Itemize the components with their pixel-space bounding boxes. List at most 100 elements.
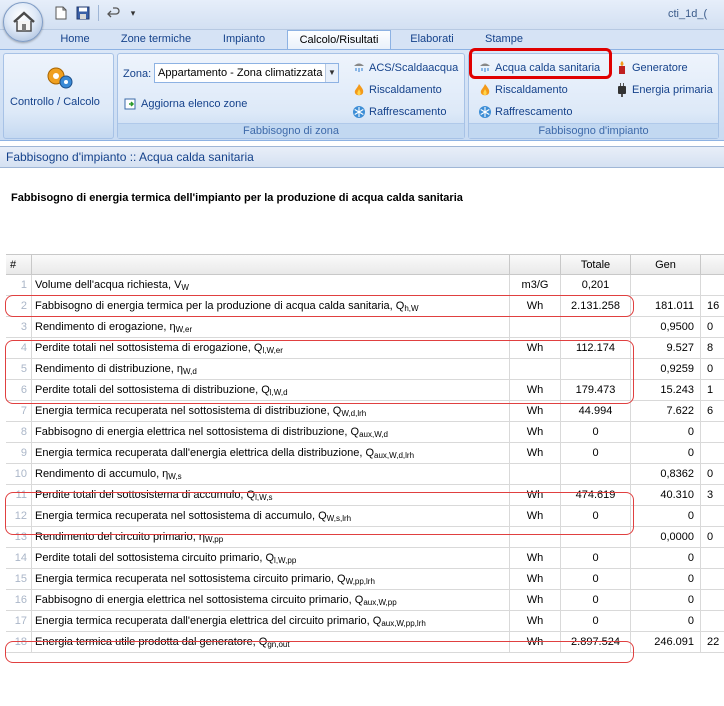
row-description-text: Rendimento del circuito primario, η: [35, 531, 205, 543]
row-description-subscript: W,s,lrh: [326, 514, 352, 523]
table-row[interactable]: 12 Energia termica recuperata nel sottosi…: [6, 506, 724, 527]
table-row[interactable]: 10 Rendimento di accumulo, ηW,s 0,8362 0: [6, 464, 724, 485]
house-icon: [13, 11, 35, 32]
tab-calcolo-risultati[interactable]: Calcolo/Risultati: [287, 30, 391, 49]
table-row[interactable]: 15 Energia termica recuperata nel sottosi…: [6, 569, 724, 590]
table-row[interactable]: 18 Energia termica utile prodotta dal gen…: [6, 632, 724, 653]
row-number: 15: [6, 569, 32, 590]
row-unit: Wh: [510, 380, 561, 401]
row-description-text: Perdite totali del sottosistema di distr…: [35, 384, 270, 396]
section-title: Fabbisogno di energia termica dell'impia…: [11, 192, 463, 204]
table-row[interactable]: 5 Rendimento di distribuzione, ηW,d 0,9259…: [6, 359, 724, 380]
table-row[interactable]: 16 Fabbisogno di energia elettrica nel so…: [6, 590, 724, 611]
row-number: 12: [6, 506, 32, 527]
row-description-text: Perdite totali nel sottosistema di eroga…: [35, 342, 263, 354]
generatore-button[interactable]: Generatore: [615, 61, 688, 75]
table-row[interactable]: 4 Perdite totali nel sottosistema di erog…: [6, 338, 724, 359]
tab-zone-termiche[interactable]: Zone termiche: [110, 30, 202, 49]
table-row[interactable]: 8 Fabbisogno di energia elettrica nel sot…: [6, 422, 724, 443]
row-description-text: Rendimento di distribuzione, η: [35, 363, 183, 375]
group-fabbisogno-zona: Zona: Appartamento - Zona climatizzata ▼…: [117, 53, 465, 139]
row-unit: Wh: [510, 506, 561, 527]
row-description-text: Fabbisogno di energia elettrica nel sott…: [35, 594, 364, 606]
row-totale: 0: [561, 506, 631, 527]
customize-toolbar-icon[interactable]: ▾: [127, 4, 139, 22]
zona-select[interactable]: Appartamento - Zona climatizzata ▼: [154, 63, 339, 83]
header-gen[interactable]: Gen: [631, 254, 701, 275]
row-number: 3: [6, 317, 32, 338]
row-description-subscript: l,W,er: [262, 346, 283, 355]
row-extra: [701, 443, 724, 464]
highlight-acqua-calda-sanitaria: [469, 48, 612, 79]
tab-elaborati[interactable]: Elaborati: [400, 30, 464, 49]
row-totale: 474.619: [561, 485, 631, 506]
table-row[interactable]: 11 Perdite totali del sottosistema di acc…: [6, 485, 724, 506]
energia-primaria-button[interactable]: Energia primaria: [615, 83, 713, 97]
row-number: 16: [6, 590, 32, 611]
ribbon-tabs: Home Zone termiche Impianto Calcolo/Risu…: [0, 30, 724, 49]
table-row[interactable]: 9 Energia termica recuperata dall'energia…: [6, 443, 724, 464]
row-extra: 22: [701, 632, 724, 653]
row-gen: 0: [631, 590, 701, 611]
impianto-raffrescamento-button[interactable]: Raffrescamento: [478, 105, 572, 119]
tab-impianto[interactable]: Impianto: [212, 30, 276, 49]
row-description-subscript: aux,W,d: [359, 430, 388, 439]
zona-riscaldamento-button[interactable]: Riscaldamento: [352, 83, 442, 97]
row-totale: 179.473: [561, 380, 631, 401]
zona-raffrescamento-button[interactable]: Raffrescamento: [352, 105, 446, 119]
header-num: #: [6, 254, 32, 275]
header-description: [32, 254, 510, 275]
row-description-text: Energia termica recuperata nel sottosist…: [35, 405, 342, 417]
tab-home[interactable]: Home: [52, 30, 98, 49]
tab-label: Elaborati: [410, 33, 454, 45]
table-row[interactable]: 17 Energia termica recuperata dall'energi…: [6, 611, 724, 632]
acs-scaldaacqua-button[interactable]: ACS/Scaldaacqua: [352, 61, 458, 75]
row-description-text: Energia termica recuperata dall'energia …: [35, 615, 382, 627]
row-description: Rendimento di erogazione, ηW,er: [32, 317, 510, 338]
table-row[interactable]: 7 Energia termica recuperata nel sottosis…: [6, 401, 724, 422]
chevron-down-icon[interactable]: ▼: [325, 64, 338, 82]
quick-access-toolbar: ▾: [52, 4, 139, 22]
application-button[interactable]: [3, 2, 43, 42]
burner-icon: [615, 61, 629, 75]
row-gen: 0: [631, 506, 701, 527]
table-row[interactable]: 13 Rendimento del circuito primario, ηW,p…: [6, 527, 724, 548]
undo-icon[interactable]: [105, 4, 123, 22]
row-description-text: Volume dell'acqua richiesta, V: [35, 279, 182, 291]
header-totale[interactable]: Totale: [561, 254, 631, 275]
table-row[interactable]: 3 Rendimento di erogazione, ηW,er 0,9500 0: [6, 317, 724, 338]
flame-icon: [478, 83, 492, 97]
header-extra: [701, 254, 724, 275]
group-label: Fabbisogno d'impianto: [469, 123, 718, 138]
row-totale: 2.131.258: [561, 296, 631, 317]
tab-stampe[interactable]: Stampe: [474, 30, 534, 49]
row-gen: 0: [631, 548, 701, 569]
aggiorna-elenco-zone-button[interactable]: Aggiorna elenco zone: [124, 97, 247, 111]
row-description-text: Perdite totali del sottosistema di accum…: [35, 489, 256, 501]
controllo-calcolo-button[interactable]: Controllo / Calcolo: [10, 96, 100, 108]
save-icon[interactable]: [74, 4, 92, 22]
row-number: 4: [6, 338, 32, 359]
impianto-riscaldamento-button[interactable]: Riscaldamento: [478, 83, 568, 97]
table-row[interactable]: 2 Fabbisogno di energia termica per la pr…: [6, 296, 724, 317]
row-totale: 0: [561, 611, 631, 632]
row-unit: [510, 317, 561, 338]
row-description: Energia termica recuperata nel sottosist…: [32, 401, 510, 422]
table-row[interactable]: 1 Volume dell'acqua richiesta, VW m3/G 0,20…: [6, 275, 724, 296]
row-number: 8: [6, 422, 32, 443]
row-description-subscript: W,s: [168, 472, 182, 481]
table-row[interactable]: 6 Perdite totali del sottosistema di dist…: [6, 380, 724, 401]
row-unit: Wh: [510, 548, 561, 569]
row-totale: 0,201: [561, 275, 631, 296]
row-extra: [701, 275, 724, 296]
row-description-subscript: aux,W,pp,lrh: [381, 619, 426, 628]
new-document-icon[interactable]: [52, 4, 70, 22]
row-number: 11: [6, 485, 32, 506]
table-row[interactable]: 14 Perdite totali del sottosistema circui…: [6, 548, 724, 569]
row-number: 2: [6, 296, 32, 317]
row-gen: 0: [631, 422, 701, 443]
row-description-subscript: h,W: [404, 304, 419, 313]
generatore-label: Generatore: [632, 62, 688, 74]
row-description-subscript: aux,W,d,lrh: [374, 451, 415, 460]
row-description-text: Energia termica recuperata nel sottosist…: [35, 510, 327, 522]
